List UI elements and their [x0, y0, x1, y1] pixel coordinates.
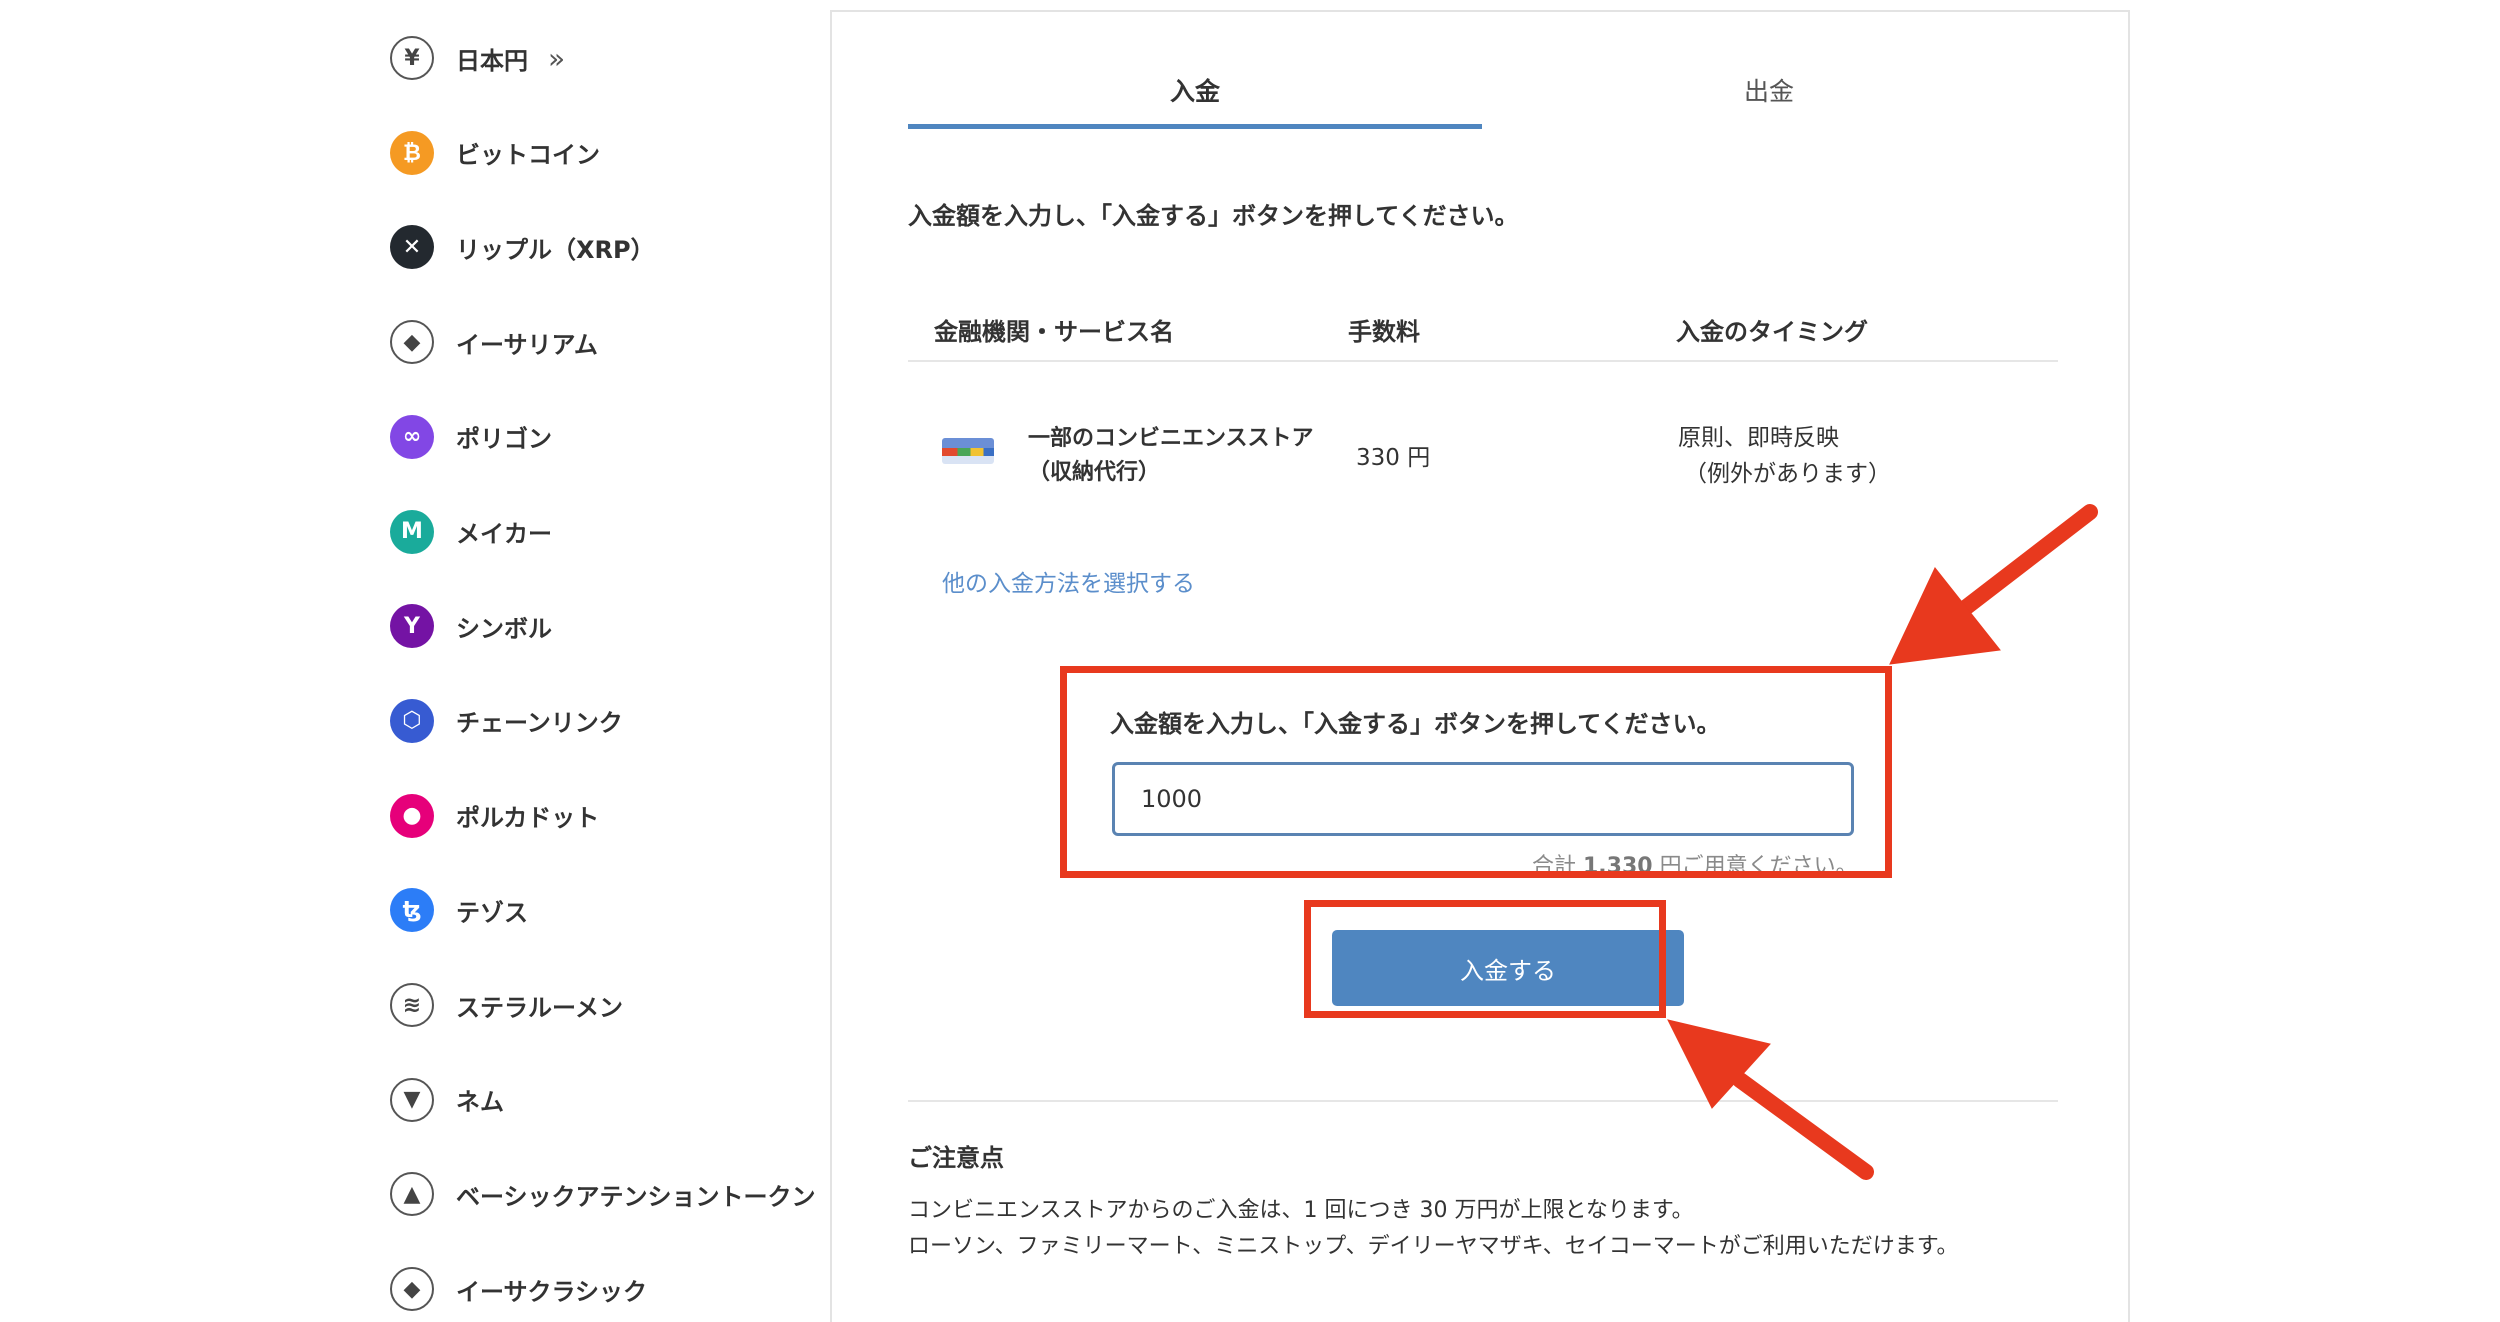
- double-chevron-right-icon: »: [548, 41, 566, 75]
- sidebar-item-symbol[interactable]: Y シンボル: [390, 594, 830, 658]
- timing-line-2: （例外があります）: [1684, 461, 1891, 487]
- sidebar-item-label: ネム: [456, 1088, 504, 1117]
- nem-icon: ▼: [390, 1077, 434, 1122]
- sidebar-item-ethereum-classic[interactable]: ◆ イーサクラシック: [390, 1257, 830, 1321]
- sidebar-item-bitcoin[interactable]: ₿ ビットコイン: [390, 121, 830, 185]
- timing-cell: 原則、即時反映 （例外があります）: [1678, 420, 1891, 492]
- sidebar-item-label: シンボル: [456, 614, 552, 643]
- sidebar-item-label: ポルカドット: [456, 804, 600, 833]
- total-suffix: 円ご用意ください。: [1652, 854, 1858, 879]
- header-fee: 手数料: [1348, 318, 1420, 346]
- deposit-button[interactable]: 入金する: [1332, 930, 1684, 1006]
- sidebar-item-label: メイカー: [456, 520, 552, 548]
- tezos-icon: ꜩ: [390, 888, 434, 933]
- maker-icon: M: [390, 509, 434, 554]
- other-method-link[interactable]: 他の入金方法を選択する: [942, 564, 1195, 598]
- total-text: 合計 1,330 円ご用意ください。: [1532, 848, 1858, 880]
- tab-withdraw[interactable]: 出金: [1482, 72, 2056, 108]
- ethereum-icon: ◆: [390, 320, 434, 365]
- polkadot-icon: ●: [390, 793, 434, 838]
- notes-title: ご注意点: [908, 1144, 1004, 1172]
- sidebar-item-maker[interactable]: M メイカー: [390, 500, 830, 564]
- sidebar-item-label: ベーシックアテンショントークン: [456, 1182, 816, 1211]
- active-tab-indicator: [908, 124, 1482, 129]
- service-name-cell: 一部のコンビニエンスストア（収納代行）: [1028, 426, 1314, 485]
- symbol-icon: Y: [390, 604, 434, 649]
- sidebar-item-label: イーサリアム: [456, 330, 598, 359]
- ethereum-classic-icon: ◆: [390, 1267, 434, 1312]
- sidebar-item-label: ステラルーメン: [456, 993, 624, 1022]
- tab-deposit[interactable]: 入金: [908, 72, 1482, 108]
- sidebar-item-label: ポリゴン: [456, 425, 552, 454]
- fee-cell: 330 円: [1356, 445, 1431, 471]
- sidebar-item-stellar[interactable]: ≋ ステラルーメン: [390, 973, 830, 1037]
- deposit-panel: 入金 出金 入金額を入力し、「入金する」ボタンを押してください。 金融機関・サー…: [830, 10, 2130, 1322]
- sidebar-item-label: 日本円: [456, 46, 528, 75]
- sidebar-item-label: リップル（XRP）: [456, 235, 655, 264]
- yen-icon: ¥: [390, 36, 434, 80]
- header-service-name: 金融機関・サービス名: [934, 318, 1174, 346]
- notes-divider: [908, 1100, 2058, 1102]
- header-timing: 入金のタイミング: [1676, 318, 1868, 346]
- table-divider: [908, 360, 2058, 362]
- sidebar-item-yen[interactable]: ¥ 日本円 »: [390, 26, 830, 90]
- sidebar-item-xrp[interactable]: ✕ リップル（XRP）: [390, 215, 830, 279]
- sidebar-item-ethereum[interactable]: ◆ イーサリアム: [390, 310, 830, 374]
- stellar-icon: ≋: [390, 983, 434, 1027]
- sidebar-item-label: チェーンリンク: [456, 709, 623, 738]
- notes-line-2: ローソン、ファミリーマート、ミニストップ、デイリーヤマザキ、セイコーマートがご利…: [908, 1234, 1959, 1259]
- sidebar-item-polkadot[interactable]: ● ポルカドット: [390, 784, 830, 848]
- sidebar-item-polygon[interactable]: ∞ ポリゴン: [390, 405, 830, 469]
- sidebar-item-label: イーサクラシック: [456, 1277, 648, 1306]
- amount-input[interactable]: [1112, 762, 1854, 836]
- bat-icon: ▲: [390, 1172, 434, 1217]
- total-prefix: 合計: [1532, 854, 1583, 879]
- sidebar-item-label: ビットコイン: [456, 141, 600, 170]
- bitcoin-icon: ₿: [390, 130, 434, 175]
- polygon-icon: ∞: [390, 414, 434, 459]
- total-value: 1,330: [1583, 854, 1653, 879]
- sidebar-item-label: テゾス: [456, 898, 528, 927]
- sidebar-item-bat[interactable]: ▲ ベーシックアテンショントークン: [390, 1162, 830, 1226]
- instruction-text: 入金額を入力し、「入金する」ボタンを押してください。: [908, 202, 1519, 230]
- sidebar-item-nem[interactable]: ▼ ネム: [390, 1068, 830, 1132]
- sidebar-item-tezos[interactable]: ꜩ テゾス: [390, 878, 830, 942]
- amount-label: 入金額を入力し、「入金する」ボタンを押してください。: [1110, 710, 1721, 738]
- timing-line-1: 原則、即時反映: [1678, 425, 1839, 451]
- convenience-store-logo-icon: [942, 438, 994, 464]
- xrp-icon: ✕: [390, 225, 434, 270]
- notes-line-1: コンビニエンスストアからのご入金は、1 回につき 30 万円が上限となります。: [908, 1198, 1694, 1223]
- currency-sidebar: ¥ 日本円 » ₿ ビットコイン ✕ リップル（XRP） ◆ イーサリアム ∞ ポリゴン M メイカー Y…: [0, 0, 830, 1312]
- sidebar-item-chainlink[interactable]: ⬡ チェーンリンク: [390, 689, 830, 753]
- chainlink-icon: ⬡: [390, 698, 434, 743]
